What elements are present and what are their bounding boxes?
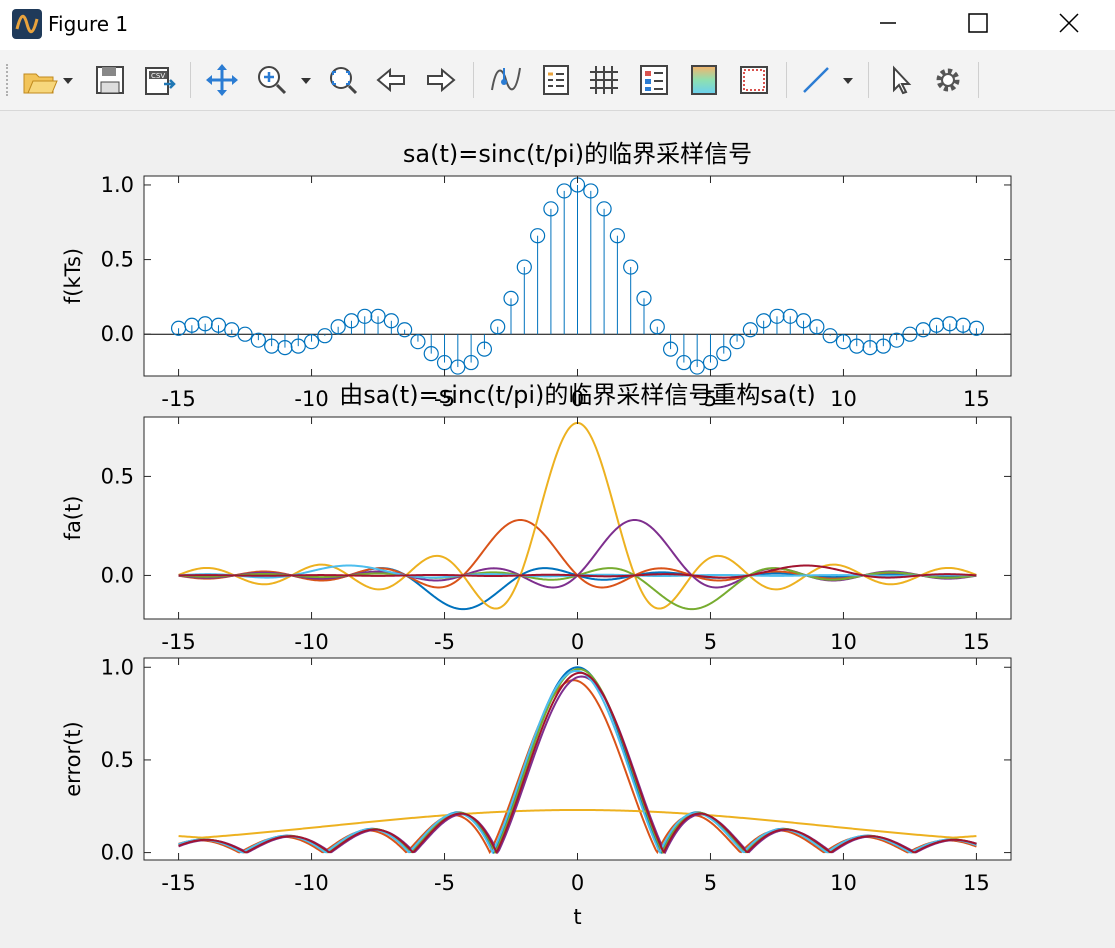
x-tick-label: 0 (571, 630, 584, 654)
y-tick-label: 1.0 (101, 173, 134, 197)
plot-area (144, 658, 1011, 860)
axes-box-icon[interactable] (734, 60, 774, 100)
save-icon[interactable] (90, 60, 130, 100)
x-tick-label: 10 (830, 630, 857, 654)
x-tick-label: 15 (963, 871, 990, 895)
matlab-figure-icon (12, 9, 42, 39)
dropdown-arrow-icon[interactable] (838, 60, 860, 100)
y-tick-label: 0.0 (101, 563, 134, 587)
x-tick-label: 10 (830, 871, 857, 895)
x-tick-label: -5 (434, 630, 455, 654)
x-tick-label: 10 (830, 387, 857, 411)
x-tick-label: -5 (434, 871, 455, 895)
axes-error: -15 -10 -5 0 5 10 15 0.0 0.5 1.0 error(t) t (61, 655, 1012, 929)
axes-sampled-signal: -15 -10 -5 0 5 10 150.00.51.0sa(t)=sinc(t/pi)的… (61, 140, 1012, 411)
close-button[interactable] (1046, 0, 1092, 46)
toolbar-separator (473, 62, 474, 98)
window-titlebar: Figure 1 (0, 0, 1115, 50)
y-tick-label: 0.5 (101, 464, 134, 488)
y-tick-label: 0.5 (101, 248, 134, 272)
minimize-button[interactable] (865, 0, 911, 46)
export-csv-icon[interactable]: CSV (140, 60, 180, 100)
y-tick-label: 1.0 (101, 655, 134, 679)
y-axis-label: fa(t) (61, 496, 85, 541)
data-tip-icon[interactable] (486, 60, 526, 100)
x-tick-label: -10 (294, 630, 328, 654)
figure-toolbar: CSV (0, 50, 1115, 111)
y-axis-label: error(t) (61, 721, 85, 796)
property-inspector-icon[interactable] (634, 60, 674, 100)
x-tick-label: 5 (704, 630, 717, 654)
select-pointer-icon[interactable] (880, 60, 920, 100)
y-axis-label: f(kTs) (61, 248, 85, 304)
dropdown-arrow-icon[interactable] (58, 60, 80, 100)
y-tick-label: 0.0 (101, 322, 134, 346)
toolbar-separator (786, 62, 787, 98)
x-tick-label: 15 (963, 630, 990, 654)
figure-canvas: -15 -10 -5 0 5 10 15 0.0 0.5 1.0 sa(t)=sinc(t/pi)的… (61, 140, 1012, 929)
x-tick-label: -15 (161, 630, 195, 654)
x-tick-label: -10 (294, 871, 328, 895)
open-file-icon[interactable] (20, 60, 60, 100)
x-axis-label: t (573, 905, 581, 929)
grid-icon[interactable] (584, 60, 624, 100)
csv-label: CSV (151, 72, 165, 80)
line-tool-icon[interactable] (796, 60, 836, 100)
x-tick-label: 15 (963, 387, 990, 411)
y-tick-label: 0.0 (101, 841, 134, 865)
forward-arrow-icon[interactable] (420, 60, 460, 100)
chart-title: sa(t)=sinc(t/pi)的临界采样信号 (403, 140, 752, 168)
x-tick-label: -15 (161, 871, 195, 895)
pan-icon[interactable] (202, 60, 242, 100)
legend-icon[interactable] (536, 60, 576, 100)
toolbar-separator (190, 62, 191, 98)
axes-reconstruction: -15 -10 -5 0 5 10 15 0.0 0.5 由sa(t)=sinc(t/pi)的临界… (61, 381, 1012, 654)
window-title: Figure 1 (48, 12, 129, 36)
y-tick-label: 0.5 (101, 748, 134, 772)
x-tick-label: 5 (704, 871, 717, 895)
x-tick-label: -15 (161, 387, 195, 411)
dropdown-arrow-icon[interactable] (296, 60, 318, 100)
toolbar-separator (978, 62, 979, 98)
plot-area (144, 417, 1011, 619)
toolbar-grip[interactable] (6, 64, 10, 96)
settings-gear-icon[interactable] (928, 60, 968, 100)
toolbar-separator (868, 62, 869, 98)
x-tick-label: 0 (571, 871, 584, 895)
chart-title: 由sa(t)=sinc(t/pi)的临界采样信号重构sa(t) (339, 381, 816, 409)
x-tick-label: -10 (294, 387, 328, 411)
maximize-button[interactable] (955, 0, 1001, 46)
back-arrow-icon[interactable] (372, 60, 412, 100)
zoom-in-icon[interactable] (252, 60, 292, 100)
colorbar-icon[interactable] (684, 60, 724, 100)
zoom-fit-icon[interactable] (322, 60, 362, 100)
